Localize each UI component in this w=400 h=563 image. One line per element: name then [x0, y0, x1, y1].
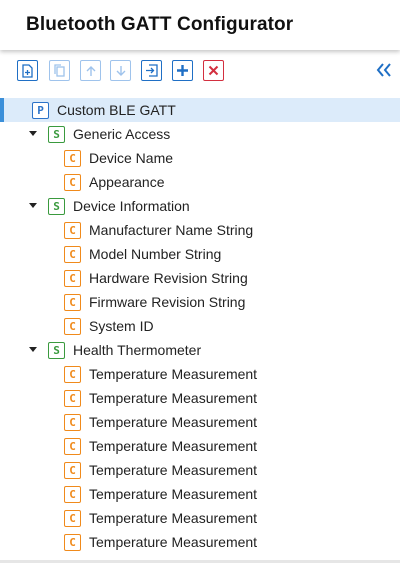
tree-item-characteristic[interactable]: C Temperature Measurement: [0, 362, 400, 386]
add-file-icon: [22, 63, 33, 78]
profile-icon: P: [32, 102, 49, 119]
arrow-down-icon: [116, 65, 125, 76]
tree-item-characteristic[interactable]: C Appearance: [0, 170, 400, 194]
characteristic-label: Temperature Measurement: [89, 534, 258, 550]
tree-item-service[interactable]: S Generic Access: [0, 122, 400, 146]
arrow-up-icon: [86, 65, 95, 76]
delete-button[interactable]: [203, 60, 224, 81]
profile-label: Custom BLE GATT: [57, 102, 176, 118]
caret-down-icon[interactable]: [29, 203, 37, 208]
characteristic-icon: C: [64, 534, 81, 551]
move-up-button[interactable]: [80, 60, 101, 81]
move-down-button[interactable]: [110, 60, 131, 81]
characteristic-label: System ID: [89, 318, 154, 334]
plus-icon: [177, 65, 188, 76]
characteristic-icon: C: [64, 462, 81, 479]
tree-item-characteristic[interactable]: C Device Name: [0, 146, 400, 170]
tree-item-service[interactable]: S Health Thermometer: [0, 338, 400, 362]
characteristic-icon: C: [64, 390, 81, 407]
characteristic-icon: C: [64, 318, 81, 335]
caret-down-icon[interactable]: [29, 131, 37, 136]
app-header: Bluetooth GATT Configurator: [0, 0, 400, 50]
characteristic-icon: C: [64, 438, 81, 455]
double-chevron-left-icon: [376, 63, 391, 77]
characteristic-label: Appearance: [89, 174, 165, 190]
characteristic-icon: C: [64, 486, 81, 503]
characteristic-label: Temperature Measurement: [89, 366, 258, 382]
characteristic-icon: C: [64, 270, 81, 287]
characteristic-label: Hardware Revision String: [89, 270, 248, 286]
characteristic-icon: C: [64, 294, 81, 311]
characteristic-label: Temperature Measurement: [89, 486, 258, 502]
tree-item-characteristic[interactable]: C Temperature Measurement: [0, 482, 400, 506]
service-label: Health Thermometer: [73, 342, 202, 358]
import-button[interactable]: [141, 60, 162, 81]
service-label: Generic Access: [73, 126, 171, 142]
copy-icon: [54, 63, 65, 77]
tree-item-characteristic[interactable]: C Temperature Measurement: [0, 434, 400, 458]
characteristic-label: Model Number String: [89, 246, 222, 262]
service-icon: S: [48, 342, 65, 359]
characteristic-label: Temperature Measurement: [89, 414, 258, 430]
characteristic-label: Temperature Measurement: [89, 438, 258, 454]
characteristic-icon: C: [64, 222, 81, 239]
service-icon: S: [48, 126, 65, 143]
tree-item-characteristic[interactable]: C System ID: [0, 314, 400, 338]
tree-item-characteristic[interactable]: C Temperature Measurement: [0, 458, 400, 482]
characteristic-label: Manufacturer Name String: [89, 222, 254, 238]
service-label: Device Information: [73, 198, 190, 214]
tree-item-characteristic[interactable]: C Temperature Measurement: [0, 530, 400, 554]
tree-item-characteristic[interactable]: C Temperature Measurement: [0, 410, 400, 434]
copy-button[interactable]: [49, 60, 70, 81]
characteristic-icon: C: [64, 150, 81, 167]
service-icon: S: [48, 198, 65, 215]
tree-item-characteristic[interactable]: C Temperature Measurement: [0, 386, 400, 410]
collapse-panel-button[interactable]: [375, 61, 393, 79]
toolbar: [0, 58, 400, 82]
characteristic-label: Temperature Measurement: [89, 462, 258, 478]
tree-item-characteristic[interactable]: C Temperature Measurement: [0, 506, 400, 530]
tree-item-characteristic[interactable]: C Firmware Revision String: [0, 290, 400, 314]
tree-item-characteristic[interactable]: C Hardware Revision String: [0, 266, 400, 290]
tree-item-profile[interactable]: P Custom BLE GATT: [0, 98, 400, 122]
tree-item-characteristic[interactable]: C Model Number String: [0, 242, 400, 266]
import-icon: [146, 64, 158, 77]
tree-item-characteristic[interactable]: C Manufacturer Name String: [0, 218, 400, 242]
characteristic-icon: C: [64, 174, 81, 191]
characteristic-label: Device Name: [89, 150, 174, 166]
characteristic-icon: C: [64, 246, 81, 263]
close-icon: [208, 65, 219, 76]
characteristic-label: Temperature Measurement: [89, 510, 258, 526]
add-file-button[interactable]: [17, 60, 38, 81]
add-button[interactable]: [172, 60, 193, 81]
caret-down-icon[interactable]: [29, 347, 37, 352]
page-title: Bluetooth GATT Configurator: [26, 14, 294, 35]
characteristic-icon: C: [64, 366, 81, 383]
characteristic-icon: C: [64, 510, 81, 527]
characteristic-label: Temperature Measurement: [89, 390, 258, 406]
characteristic-icon: C: [64, 414, 81, 431]
tree-item-service[interactable]: S Device Information: [0, 194, 400, 218]
characteristic-label: Firmware Revision String: [89, 294, 246, 310]
